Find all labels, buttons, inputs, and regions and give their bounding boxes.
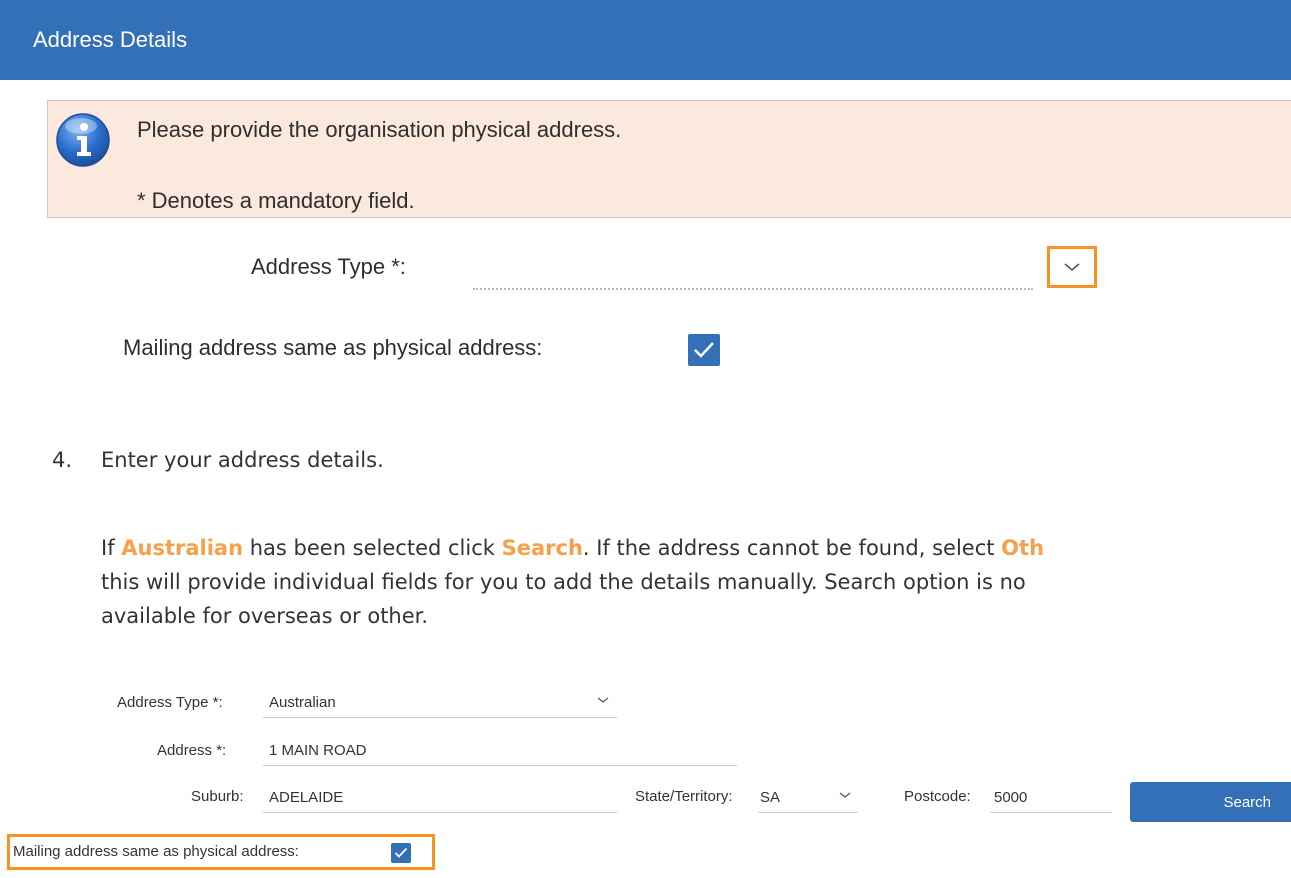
mailing-same-checkbox[interactable] — [688, 334, 720, 366]
check-icon — [694, 342, 714, 358]
field-underline — [263, 717, 617, 718]
field-underline — [990, 812, 1112, 813]
address-type-select-example[interactable]: Australian — [269, 694, 336, 711]
field-underline — [263, 812, 617, 813]
address-type-dropdown-button[interactable] — [1047, 246, 1097, 288]
address-label: Address *: — [157, 742, 227, 759]
mailing-same-checkbox-example[interactable] — [391, 843, 411, 863]
mailing-same-label: Mailing address same as physical address… — [123, 335, 543, 360]
chevron-down-icon[interactable] — [838, 790, 852, 800]
chevron-down-icon — [1064, 263, 1080, 272]
section-title: Address Details — [33, 27, 188, 52]
highlight-other: Oth — [1001, 536, 1045, 560]
highlight-australian: Australian — [121, 536, 244, 560]
instruction-line-3: available for overseas or other. — [101, 604, 429, 628]
address-type-label-example: Address Type *: — [117, 694, 223, 711]
instruction-line-1: If Australian has been selected click Se… — [101, 536, 1045, 560]
info-icon — [56, 113, 110, 167]
instruction-paragraph: If Australian has been selected click Se… — [101, 531, 1291, 633]
address-input[interactable]: 1 MAIN ROAD — [269, 742, 367, 759]
highlight-search: Search — [501, 536, 583, 560]
field-underline — [758, 812, 858, 813]
state-label: State/Territory: — [635, 788, 733, 805]
search-button[interactable]: Search — [1130, 782, 1291, 822]
section-header — [0, 0, 1291, 80]
suburb-input[interactable]: ADELAIDE — [269, 789, 343, 806]
instruction-line-2: this will provide individual fields for … — [101, 570, 1026, 594]
state-select[interactable]: SA — [760, 789, 780, 806]
step-number: 4. — [52, 448, 73, 472]
address-type-label: Address Type *: — [251, 254, 406, 279]
step-text: Enter your address details. — [101, 448, 384, 472]
mailing-same-label-example: Mailing address same as physical address… — [13, 843, 299, 860]
postcode-label: Postcode: — [904, 788, 971, 805]
address-type-select[interactable] — [473, 288, 1033, 290]
postcode-input[interactable]: 5000 — [994, 789, 1027, 806]
chevron-down-icon[interactable] — [596, 695, 610, 705]
mandatory-note: * Denotes a mandatory field. — [137, 188, 415, 213]
check-icon — [394, 847, 408, 858]
field-underline — [263, 765, 737, 766]
suburb-label: Suburb: — [191, 788, 244, 805]
info-text: Please provide the organisation physical… — [137, 117, 622, 142]
